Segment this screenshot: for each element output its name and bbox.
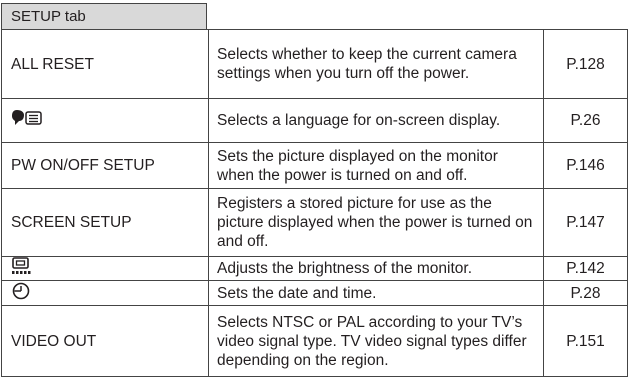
page-reference: P.146 [543,142,628,189]
table-row: Adjusts the brightness of the monitor. P… [1,256,628,281]
page-reference: P.147 [543,188,628,257]
menu-item-description: Adjusts the brightness of the monitor. [208,256,544,281]
menu-item-name [1,98,209,143]
menu-item-name: VIDEO OUT [1,305,209,377]
monitor-brightness-icon [11,257,31,280]
menu-item-description: Selects NTSC or PAL according to your TV… [208,305,544,377]
menu-item-name: ALL RESET [1,29,209,99]
page-reference: P.26 [543,98,628,143]
language-icon [11,108,45,133]
menu-item-description: Selects a language for on-screen display… [208,98,544,143]
table-row: SCREEN SETUP Registers a stored picture … [1,188,628,257]
menu-item-description: Sets the picture displayed on the monito… [208,142,544,189]
menu-item-name: PW ON/OFF SETUP [1,142,209,189]
clock-icon [11,282,31,305]
menu-item-name: SCREEN SETUP [1,188,209,257]
table-row: Selects a language for on-screen display… [1,98,628,143]
page-reference: P.151 [543,305,628,377]
page-reference: P.28 [543,280,628,306]
setup-menu-table: ALL RESET Selects whether to keep the cu… [1,29,628,377]
setup-tab-label: SETUP tab [1,3,207,30]
table-row: PW ON/OFF SETUP Sets the picture display… [1,142,628,189]
table-row: Sets the date and time. P.28 [1,280,628,306]
menu-item-description: Sets the date and time. [208,280,544,306]
menu-item-description: Selects whether to keep the current came… [208,29,544,99]
menu-item-description: Registers a stored picture for use as th… [208,188,544,257]
page-reference: P.128 [543,29,628,99]
page-reference: P.142 [543,256,628,281]
table-row: ALL RESET Selects whether to keep the cu… [1,29,628,99]
table-row: VIDEO OUT Selects NTSC or PAL according … [1,305,628,377]
menu-item-name [1,280,209,306]
menu-item-name [1,256,209,281]
